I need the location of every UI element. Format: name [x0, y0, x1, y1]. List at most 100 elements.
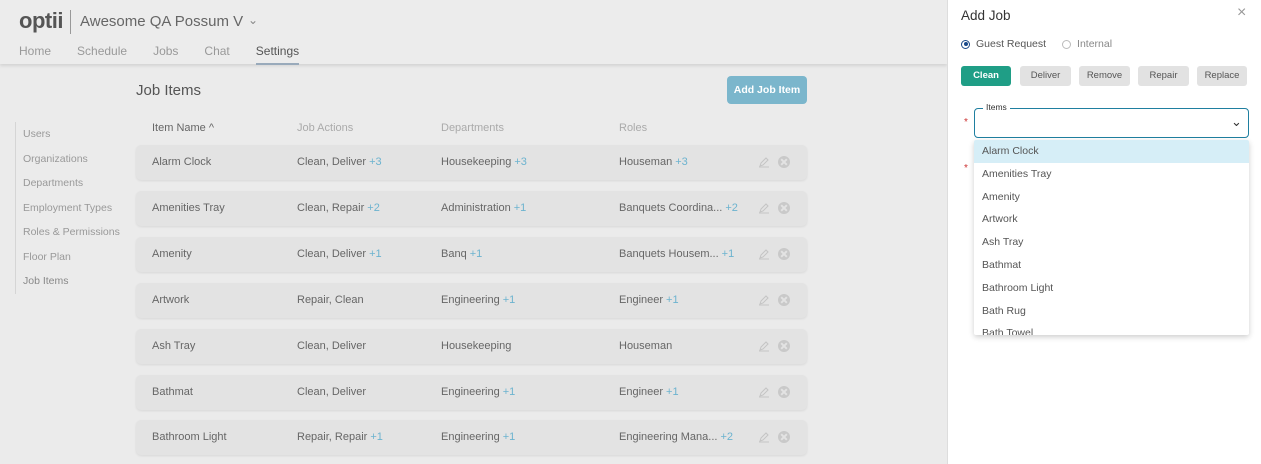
job-actions-cell: Clean, Deliver +3	[297, 156, 382, 168]
job-actions-cell: Repair, Clean	[297, 294, 364, 306]
chevron-down-icon[interactable]: ⌄	[1231, 114, 1242, 130]
table-row[interactable]: Ash Tray Clean, Deliver Housekeeping Housem…	[136, 329, 807, 364]
roles-cell-more[interactable]: +3	[675, 156, 688, 168]
sidebar-item-users[interactable]: Users	[16, 122, 120, 147]
chevron-down-icon[interactable]: ⌄	[248, 13, 258, 27]
radio-guest-request[interactable]	[961, 39, 970, 49]
main-nav: Home Schedule Jobs Chat Settings	[19, 44, 325, 65]
edit-icon[interactable]	[758, 431, 770, 443]
job-actions-cell-more[interactable]: +1	[370, 431, 383, 443]
items-field-label: Items	[983, 102, 1010, 112]
item-name-cell: Artwork	[152, 294, 190, 306]
job-actions-cell-more[interactable]: +2	[367, 202, 380, 214]
radio-internal[interactable]	[1062, 39, 1072, 49]
delete-icon[interactable]	[778, 386, 790, 398]
dropdown-option[interactable]: Bath Towel	[974, 322, 1249, 335]
action-remove-button[interactable]: Remove	[1079, 66, 1130, 86]
add-job-item-button[interactable]: Add Job Item	[727, 76, 807, 104]
nav-schedule[interactable]: Schedule	[77, 44, 127, 65]
page-title: Job Items	[136, 82, 202, 99]
job-actions-cell-more[interactable]: +3	[369, 156, 382, 168]
sidebar-item-roles-permissions[interactable]: Roles & Permissions	[16, 220, 120, 245]
departments-cell-more[interactable]: +1	[503, 386, 516, 398]
edit-icon[interactable]	[758, 294, 770, 306]
dropdown-option[interactable]: Alarm Clock	[974, 140, 1249, 163]
radio-internal-label[interactable]: Internal	[1077, 38, 1112, 50]
sidebar-item-job-items[interactable]: Job Items	[16, 269, 120, 294]
delete-icon[interactable]	[778, 294, 790, 306]
column-item-name[interactable]: Item Name ^	[152, 122, 214, 134]
edit-icon[interactable]	[758, 386, 770, 398]
table-row[interactable]: Amenity Clean, Deliver +1 Banq +1 Banquets Ho…	[136, 237, 807, 272]
delete-icon[interactable]	[778, 340, 790, 352]
edit-icon[interactable]	[758, 340, 770, 352]
sidebar-item-employment-types[interactable]: Employment Types	[16, 196, 120, 221]
departments-cell-more[interactable]: +1	[503, 294, 516, 306]
dropdown-option[interactable]: Amenities Tray	[974, 163, 1249, 186]
departments-cell: Engineering +1	[441, 294, 516, 306]
departments-cell-more[interactable]: +3	[514, 156, 527, 168]
roles-cell-more[interactable]: +2	[725, 202, 738, 214]
sidebar-item-departments[interactable]: Departments	[16, 171, 120, 196]
required-marker: *	[964, 117, 968, 128]
roles-cell: Banquets Coordina... +2	[619, 202, 738, 214]
drawer-title: Add Job	[961, 8, 1011, 23]
edit-icon[interactable]	[758, 202, 770, 214]
table-row[interactable]: Artwork Repair, Clean Engineering +1 Enginee…	[136, 283, 807, 318]
roles-cell: Banquets Housem... +1	[619, 248, 735, 260]
roles-cell: Houseman +3	[619, 156, 688, 168]
dropdown-option[interactable]: Bathroom Light	[974, 277, 1249, 300]
radio-guest-request-label[interactable]: Guest Request	[976, 38, 1046, 50]
dropdown-option[interactable]: Artwork	[974, 208, 1249, 231]
action-replace-button[interactable]: Replace	[1197, 66, 1247, 86]
job-actions-cell-more[interactable]: +1	[369, 248, 382, 260]
nav-home[interactable]: Home	[19, 44, 51, 65]
roles-cell: Engineering Mana... +2	[619, 431, 733, 443]
nav-chat[interactable]: Chat	[204, 44, 229, 65]
table-row[interactable]: Alarm Clock Clean, Deliver +3 Housekeeping +…	[136, 145, 807, 180]
job-actions-cell: Clean, Repair +2	[297, 202, 380, 214]
item-name-cell: Bathroom Light	[152, 431, 227, 443]
action-repair-button[interactable]: Repair	[1138, 66, 1189, 86]
delete-icon[interactable]	[778, 248, 790, 260]
delete-icon[interactable]	[778, 202, 790, 214]
dropdown-option[interactable]: Ash Tray	[974, 231, 1249, 254]
action-deliver-button[interactable]: Deliver	[1020, 66, 1071, 86]
roles-cell-more[interactable]: +1	[666, 294, 679, 306]
delete-icon[interactable]	[778, 431, 790, 443]
nav-jobs[interactable]: Jobs	[153, 44, 178, 65]
action-clean-button[interactable]: Clean	[961, 66, 1011, 86]
close-icon[interactable]: ×	[1237, 4, 1246, 22]
job-actions-cell: Clean, Deliver +1	[297, 248, 382, 260]
departments-cell: Housekeeping +3	[441, 156, 527, 168]
item-name-cell: Alarm Clock	[152, 156, 212, 168]
roles-cell-more[interactable]: +2	[720, 431, 733, 443]
item-name-cell: Bathmat	[152, 386, 193, 398]
settings-sidebar: Users Organizations Departments Employme…	[15, 122, 120, 294]
item-name-cell: Amenities Tray	[152, 202, 225, 214]
optii-logo[interactable]: optii	[19, 8, 63, 34]
delete-icon[interactable]	[778, 156, 790, 168]
items-dropdown-menu: Alarm Clock Amenities Tray Amenity Artwork A…	[974, 140, 1249, 335]
items-select[interactable]	[974, 108, 1249, 138]
sidebar-item-floor-plan[interactable]: Floor Plan	[16, 245, 120, 270]
roles-cell-more[interactable]: +1	[722, 248, 735, 260]
departments-cell: Banq +1	[441, 248, 483, 260]
roles-cell-more[interactable]: +1	[666, 386, 679, 398]
edit-icon[interactable]	[758, 248, 770, 260]
departments-cell: Engineering +1	[441, 431, 516, 443]
dropdown-option[interactable]: Amenity	[974, 186, 1249, 209]
job-type-radio-group: Guest Request Internal	[961, 38, 1128, 50]
table-row[interactable]: Bathmat Clean, Deliver Engineering +1 Engine…	[136, 375, 807, 410]
hotel-selector[interactable]: Awesome QA Possum V	[80, 13, 243, 30]
departments-cell-more[interactable]: +1	[514, 202, 527, 214]
dropdown-option[interactable]: Bath Rug	[974, 300, 1249, 323]
table-row[interactable]: Amenities Tray Clean, Repair +2 Administrat…	[136, 191, 807, 226]
dropdown-option[interactable]: Bathmat	[974, 254, 1249, 277]
nav-settings[interactable]: Settings	[255, 44, 300, 65]
edit-icon[interactable]	[758, 156, 770, 168]
departments-cell-more[interactable]: +1	[470, 248, 483, 260]
table-row[interactable]: Bathroom Light Repair, Repair +1 Engineerin…	[136, 420, 807, 455]
sidebar-item-organizations[interactable]: Organizations	[16, 147, 120, 172]
departments-cell-more[interactable]: +1	[503, 431, 516, 443]
